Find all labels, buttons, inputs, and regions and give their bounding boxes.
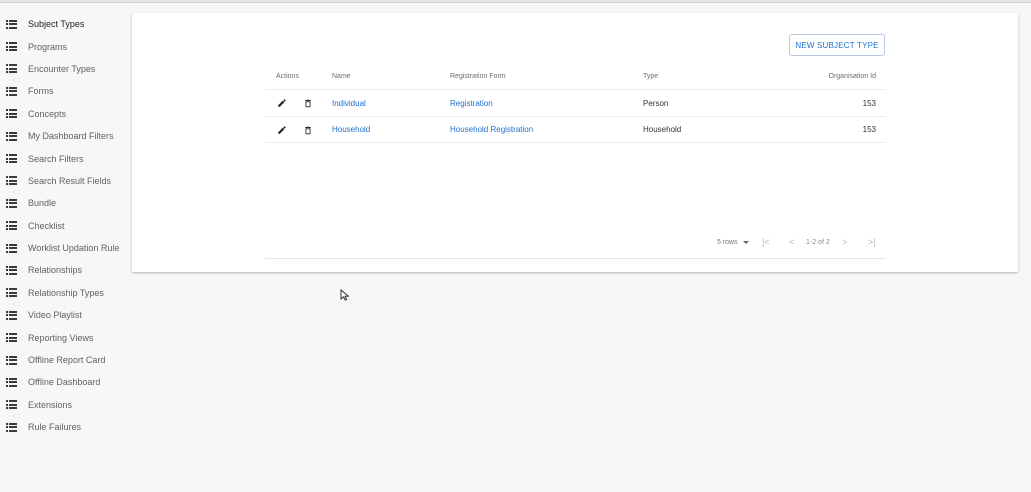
mouse-cursor-icon bbox=[340, 288, 350, 301]
delete-icon[interactable] bbox=[302, 97, 314, 109]
pagination: 5 rows |< < 1-2 of 2 > >| bbox=[265, 231, 886, 259]
header-registration-form[interactable]: Registration Form bbox=[450, 73, 506, 80]
sidebar-item-label: Forms bbox=[28, 86, 54, 97]
sidebar-item-label: Worklist Updation Rule bbox=[28, 243, 120, 254]
sidebar-item-video-playlist[interactable]: Video Playlist bbox=[0, 304, 128, 326]
sidebar-item-label: Extensions bbox=[28, 399, 73, 410]
table-row: Individual Registration Person 153 bbox=[265, 89, 886, 116]
sidebar-item-label: Checklist bbox=[28, 220, 65, 231]
top-border bbox=[0, 0, 1031, 3]
sidebar-item-search-filters[interactable]: Search Filters bbox=[0, 147, 128, 169]
sidebar-item-bundle[interactable]: Bundle bbox=[0, 192, 128, 214]
edit-icon[interactable] bbox=[276, 97, 288, 109]
first-page-icon[interactable]: |< bbox=[762, 237, 770, 247]
list-icon bbox=[6, 265, 17, 275]
delete-icon[interactable] bbox=[302, 124, 314, 136]
registration-form-link[interactable]: Registration bbox=[450, 99, 493, 108]
sidebar-item-label: Relationships bbox=[28, 265, 83, 276]
sidebar-item-search-result-fields[interactable]: Search Result Fields bbox=[0, 170, 128, 192]
organisation-id-value: 153 bbox=[862, 125, 876, 134]
list-icon bbox=[6, 109, 17, 119]
sidebar-item-label: Relationship Types bbox=[28, 287, 104, 298]
new-subject-type-button[interactable]: NEW SUBJECT TYPE bbox=[789, 34, 885, 56]
sidebar-item-extensions[interactable]: Extensions bbox=[0, 394, 128, 416]
sidebar-item-label: Offline Dashboard bbox=[28, 377, 101, 388]
list-icon bbox=[6, 310, 17, 320]
name-link[interactable]: Individual bbox=[332, 99, 366, 108]
list-icon bbox=[6, 243, 17, 253]
sidebar-item-encounter-types[interactable]: Encounter Types bbox=[0, 58, 128, 80]
sidebar-item-reporting-views[interactable]: Reporting Views bbox=[0, 326, 128, 348]
organisation-id-value: 153 bbox=[862, 98, 876, 108]
sidebar-item-label: My Dashboard Filters bbox=[28, 131, 114, 142]
list-icon bbox=[6, 154, 17, 164]
sidebar-item-offline-report-card[interactable]: Offline Report Card bbox=[0, 349, 128, 371]
table-row: Household Household Registration Househo… bbox=[265, 116, 886, 143]
list-icon bbox=[6, 400, 17, 410]
next-page-icon[interactable]: > bbox=[842, 237, 847, 247]
sidebar: Subject Types Programs Encounter Types F… bbox=[0, 13, 128, 438]
type-value: Household bbox=[643, 125, 682, 134]
last-page-icon[interactable]: >| bbox=[868, 237, 876, 247]
list-icon bbox=[6, 288, 17, 298]
sidebar-item-relationship-types[interactable]: Relationship Types bbox=[0, 282, 128, 304]
subject-types-card: NEW SUBJECT TYPE Actions Name Registrati… bbox=[132, 13, 1018, 272]
list-icon bbox=[6, 176, 17, 186]
sidebar-item-my-dashboard-filters[interactable]: My Dashboard Filters bbox=[0, 125, 128, 147]
list-icon bbox=[6, 19, 17, 29]
sidebar-item-worklist-updation-rule[interactable]: Worklist Updation Rule bbox=[0, 237, 128, 259]
sidebar-item-forms[interactable]: Forms bbox=[0, 80, 128, 102]
registration-form-link[interactable]: Household Registration bbox=[450, 125, 533, 134]
list-icon bbox=[6, 64, 17, 74]
table-header: Actions Name Registration Form Type Orga… bbox=[265, 63, 886, 89]
sidebar-item-label: Rule Failures bbox=[28, 422, 82, 433]
sidebar-item-label: Offline Report Card bbox=[28, 355, 106, 366]
sidebar-item-checklist[interactable]: Checklist bbox=[0, 215, 128, 237]
sidebar-item-rule-failures[interactable]: Rule Failures bbox=[0, 416, 128, 438]
header-actions: Actions bbox=[276, 72, 299, 80]
previous-page-icon[interactable]: < bbox=[789, 237, 794, 247]
sidebar-item-label: Search Result Fields bbox=[28, 175, 112, 186]
page-range: 1-2 of 2 bbox=[806, 239, 830, 246]
sidebar-item-concepts[interactable]: Concepts bbox=[0, 103, 128, 125]
rows-per-page-select[interactable]: 5 rows bbox=[717, 239, 749, 246]
sidebar-item-label: Search Filters bbox=[28, 153, 84, 164]
list-icon bbox=[6, 377, 17, 387]
header-organisation-id[interactable]: Organisation Id bbox=[829, 73, 876, 80]
header-name[interactable]: Name bbox=[332, 73, 351, 80]
list-icon bbox=[6, 42, 17, 52]
list-icon bbox=[6, 198, 17, 208]
sidebar-item-programs[interactable]: Programs bbox=[0, 35, 128, 57]
subject-types-table: Actions Name Registration Form Type Orga… bbox=[265, 63, 886, 143]
caret-down-icon bbox=[742, 241, 749, 244]
sidebar-item-label: Concepts bbox=[28, 108, 67, 119]
sidebar-item-offline-dashboard[interactable]: Offline Dashboard bbox=[0, 371, 128, 393]
sidebar-item-subject-types[interactable]: Subject Types bbox=[0, 13, 128, 35]
list-icon bbox=[6, 333, 17, 343]
sidebar-item-relationships[interactable]: Relationships bbox=[0, 259, 128, 281]
rows-per-page-value: 5 rows bbox=[717, 239, 738, 246]
name-link[interactable]: Household bbox=[332, 125, 370, 134]
sidebar-item-label: Programs bbox=[28, 41, 68, 52]
list-icon bbox=[6, 355, 17, 365]
edit-icon[interactable] bbox=[276, 124, 288, 136]
sidebar-item-label: Bundle bbox=[28, 198, 57, 209]
list-icon bbox=[6, 86, 17, 96]
list-icon bbox=[6, 131, 17, 141]
header-type[interactable]: Type bbox=[643, 73, 658, 80]
type-value: Person bbox=[643, 98, 669, 108]
list-icon bbox=[6, 422, 17, 432]
sidebar-item-label: Subject Types bbox=[28, 19, 85, 30]
list-icon bbox=[6, 221, 17, 231]
sidebar-item-label: Video Playlist bbox=[28, 310, 82, 321]
sidebar-item-label: Reporting Views bbox=[28, 332, 94, 343]
sidebar-item-label: Encounter Types bbox=[28, 63, 96, 74]
